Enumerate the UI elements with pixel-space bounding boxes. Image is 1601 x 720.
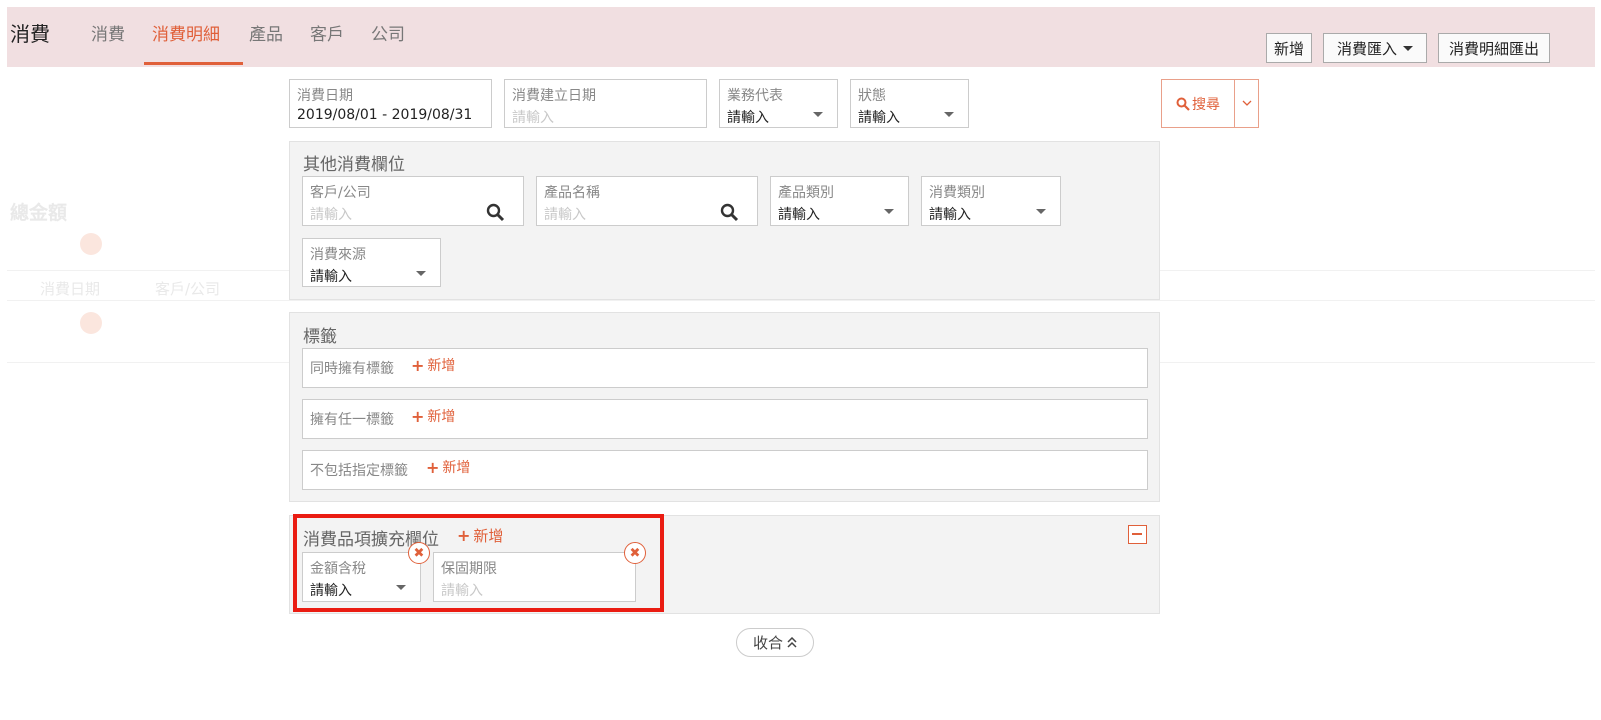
tab-customer[interactable]: 客戶 <box>310 20 344 45</box>
field-label: 業務代表 <box>727 88 783 104</box>
product-name-field[interactable]: 產品名稱 請輸入 <box>536 176 758 226</box>
consume-source-select[interactable]: 消費來源 請輸入 <box>302 238 441 287</box>
plus-icon: + <box>411 355 425 375</box>
consume-category-select[interactable]: 消費類別 請輸入 <box>921 176 1061 226</box>
highlight-box <box>293 514 664 612</box>
import-button-label: 消費匯入 <box>1336 39 1397 58</box>
app-title: 消費 <box>10 22 50 46</box>
tag-row-label: 擁有任一標籤 <box>310 412 394 428</box>
import-dropdown-button[interactable]: 消費匯入 <box>1323 33 1427 63</box>
add-tag-label: 新增 <box>427 409 456 425</box>
created-date-field[interactable]: 消費建立日期 請輸入 <box>504 79 707 128</box>
caret-down-icon <box>884 209 894 214</box>
search-split-button: 搜尋 <box>1161 79 1259 128</box>
double-chevron-up-icon <box>787 637 797 648</box>
field-value: 請輸入 <box>778 207 820 223</box>
consume-date-field[interactable]: 消費日期 2019/08/01 - 2019/08/31 <box>289 79 492 128</box>
add-button[interactable]: 新增 <box>1266 33 1312 63</box>
field-label: 消費類別 <box>929 185 985 201</box>
search-button[interactable]: 搜尋 <box>1162 80 1234 127</box>
tab-consume[interactable]: 消費 <box>91 20 125 45</box>
add-tag-label: 新增 <box>442 460 471 476</box>
tab-product[interactable]: 產品 <box>249 20 283 45</box>
field-label: 產品類別 <box>778 185 834 201</box>
search-button-label: 搜尋 <box>1192 96 1220 113</box>
search-icon <box>1176 97 1190 111</box>
plus-icon: + <box>411 406 425 426</box>
caret-down-icon <box>944 112 954 117</box>
collapse-button[interactable]: 收合 <box>736 628 814 657</box>
field-value: 2019/08/01 - 2019/08/31 <box>297 107 473 123</box>
tags-title: 標籤 <box>303 327 337 347</box>
customer-company-field[interactable]: 客戶/公司 請輸入 <box>302 176 524 226</box>
field-value: 請輸入 <box>929 207 971 223</box>
export-button-label: 消費明細匯出 <box>1448 39 1539 58</box>
sales-rep-select[interactable]: 業務代表 請輸入 <box>719 79 838 128</box>
caret-down-icon <box>813 112 823 117</box>
tab-consume-detail[interactable]: 消費明細 <box>152 20 220 45</box>
background-heading: 總金額 <box>10 202 68 224</box>
field-value: 請輸入 <box>310 269 352 285</box>
background-column-header: 消費日期 <box>40 280 101 298</box>
tab-company[interactable]: 公司 <box>371 20 405 45</box>
field-placeholder: 請輸入 <box>310 207 352 223</box>
field-label: 消費建立日期 <box>512 88 596 104</box>
add-tag-link[interactable]: + 新增 <box>411 406 455 426</box>
tag-row-label: 不包括指定標籤 <box>310 463 408 479</box>
field-label: 消費日期 <box>297 88 353 104</box>
background-page-badge <box>80 233 102 255</box>
other-fields-title: 其他消費欄位 <box>303 155 405 175</box>
tag-row-any[interactable]: 擁有任一標籤 + 新增 <box>302 399 1148 439</box>
field-placeholder: 請輸入 <box>544 207 586 223</box>
status-select[interactable]: 狀態 請輸入 <box>850 79 969 128</box>
field-label: 狀態 <box>858 88 886 104</box>
add-button-label: 新增 <box>1273 39 1304 58</box>
field-value: 請輸入 <box>858 110 900 126</box>
search-options-toggle[interactable] <box>1235 80 1258 127</box>
product-category-select[interactable]: 產品類別 請輸入 <box>770 176 909 226</box>
active-tab-indicator <box>144 62 243 65</box>
field-value: 請輸入 <box>727 110 769 126</box>
add-tag-link[interactable]: + 新增 <box>411 355 455 375</box>
plus-icon: + <box>426 457 440 477</box>
tag-row-all[interactable]: 同時擁有標籤 + 新增 <box>302 348 1148 388</box>
search-icon[interactable] <box>486 203 505 222</box>
field-label: 消費來源 <box>310 247 366 263</box>
export-button[interactable]: 消費明細匯出 <box>1438 33 1550 63</box>
collapse-label: 收合 <box>752 634 783 652</box>
background-column-header: 客戶/公司 <box>155 280 221 298</box>
field-label: 產品名稱 <box>544 185 600 201</box>
add-tag-label: 新增 <box>427 358 456 374</box>
caret-down-icon <box>416 271 426 276</box>
search-icon[interactable] <box>720 203 739 222</box>
chevron-down-icon <box>1242 100 1251 106</box>
tag-row-exclude[interactable]: 不包括指定標籤 + 新增 <box>302 450 1148 490</box>
background-divider <box>7 300 1595 301</box>
collapse-panel-icon[interactable] <box>1128 525 1147 544</box>
background-page-badge <box>80 312 102 334</box>
caret-down-icon <box>1036 209 1046 214</box>
add-tag-link[interactable]: + 新增 <box>426 457 470 477</box>
tag-row-label: 同時擁有標籤 <box>310 361 394 377</box>
field-placeholder: 請輸入 <box>512 110 554 126</box>
field-label: 客戶/公司 <box>310 185 371 201</box>
caret-down-icon <box>1403 45 1413 51</box>
